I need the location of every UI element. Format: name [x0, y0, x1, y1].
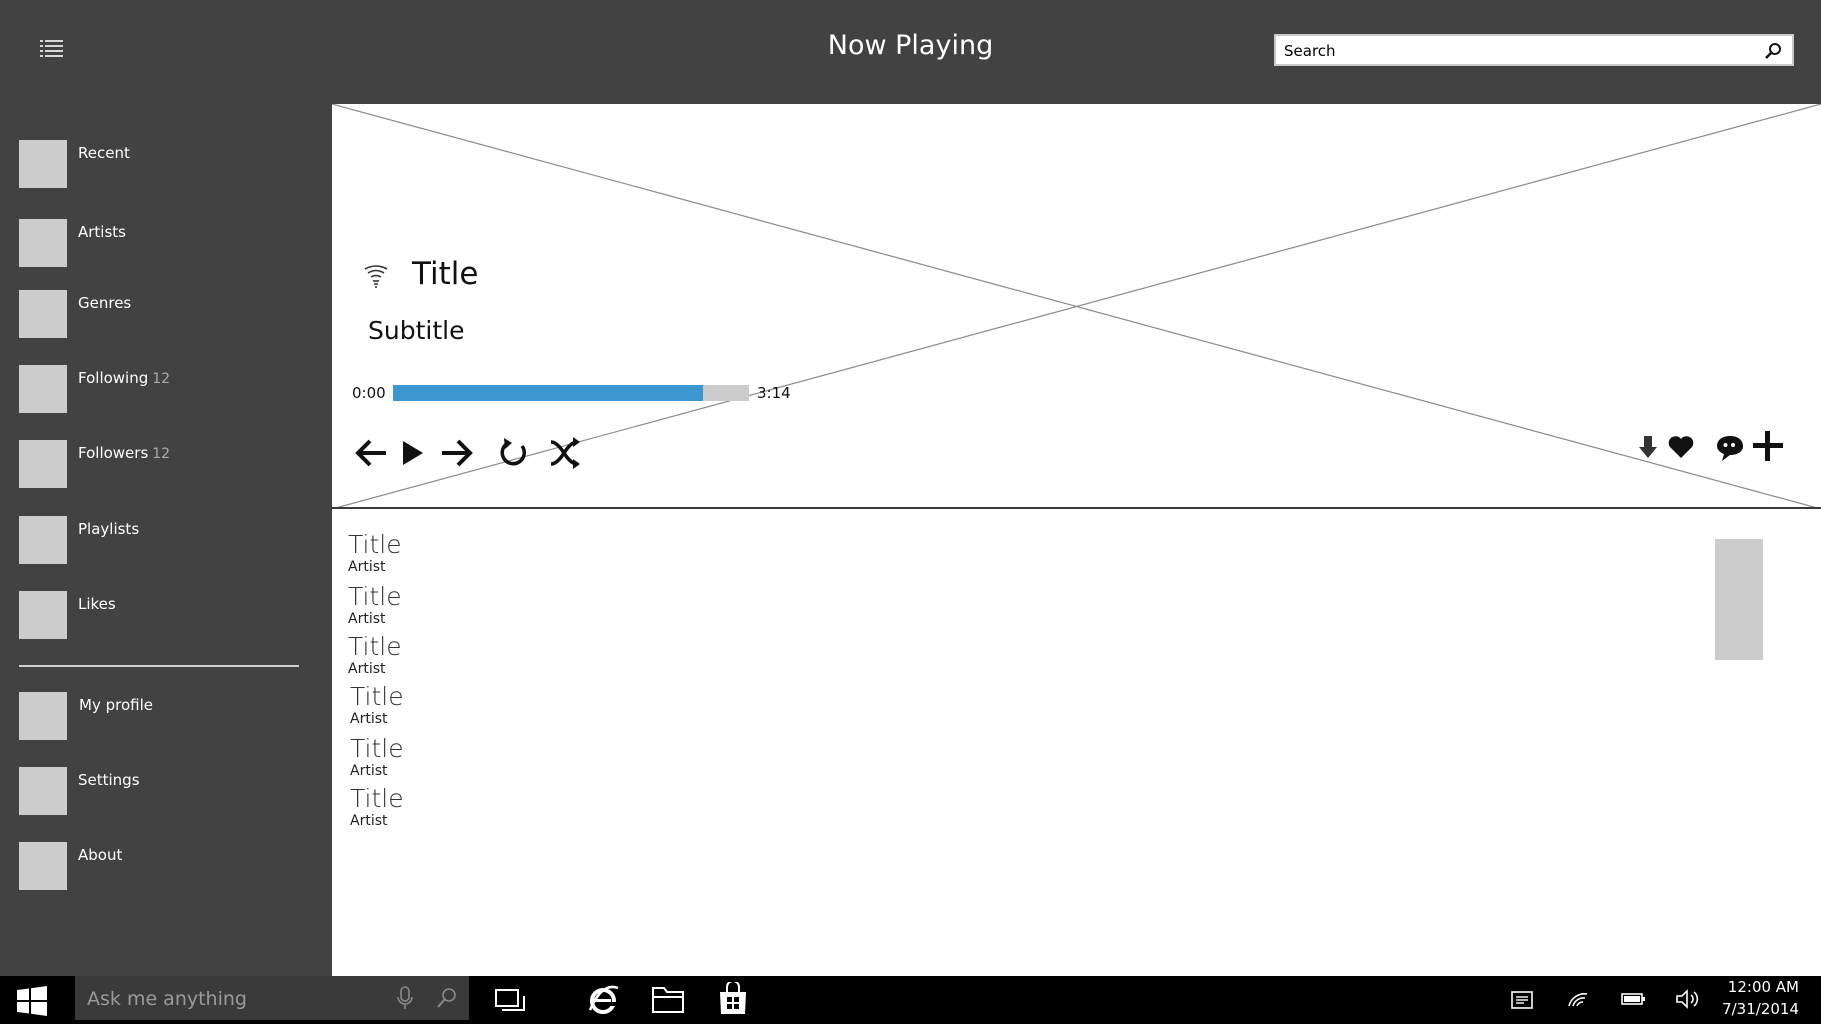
time-current: 0:00 — [352, 384, 386, 402]
track-title: Title — [348, 582, 402, 611]
progress-bar[interactable] — [393, 385, 749, 401]
arrow-right-icon[interactable] — [440, 438, 474, 468]
now-playing-subtitle: Subtitle — [368, 316, 465, 345]
sidebar-item-thumbnail — [19, 290, 67, 338]
sidebar-item-label: My profile — [79, 696, 153, 714]
list-item[interactable]: Title Artist — [348, 632, 402, 678]
sidebar-item-thumbnail — [19, 516, 67, 564]
sidebar-item-thumbnail — [19, 140, 67, 188]
sidebar-item-label-text: Following — [78, 369, 149, 387]
store-icon[interactable] — [716, 980, 750, 1020]
sidebar-item-label: Likes — [78, 595, 116, 613]
download-icon[interactable] — [1638, 434, 1658, 460]
time-total: 3:14 — [757, 384, 791, 402]
following-count: 12 — [152, 371, 171, 387]
track-list: Title Artist Title Artist Title Artist T… — [332, 509, 1821, 976]
taskbar-search-input[interactable] — [85, 986, 379, 1012]
task-view-icon[interactable] — [494, 986, 526, 1018]
comment-icon[interactable] — [1715, 434, 1745, 462]
sidebar-item-thumbnail — [19, 440, 67, 488]
sidebar-item-thumbnail — [19, 842, 67, 890]
plus-icon[interactable] — [1752, 430, 1784, 462]
now-playing-title: Title — [412, 256, 479, 292]
action-center-icon[interactable] — [1510, 990, 1534, 1014]
sidebar-item-label: Settings — [78, 771, 140, 789]
taskbar-search-box[interactable] — [75, 976, 469, 1020]
repeat-icon[interactable] — [496, 436, 530, 470]
sidebar-item-label: Playlists — [78, 520, 140, 538]
search-box[interactable] — [1274, 34, 1794, 66]
list-item[interactable]: Title Artist — [348, 582, 402, 628]
volume-icon[interactable] — [1674, 988, 1702, 1014]
broadcast-icon — [362, 264, 390, 292]
sidebar-item-thumbnail — [19, 767, 67, 815]
file-explorer-icon[interactable] — [651, 984, 685, 1018]
sidebar-item-my-profile[interactable]: My profile — [0, 692, 331, 754]
sidebar-item-label-text: Followers — [78, 444, 149, 462]
clock-time[interactable]: 12:00 AM — [1728, 978, 1799, 996]
app-header: Now Playing — [0, 0, 1821, 104]
sidebar-item-following[interactable]: Following 12 — [0, 365, 331, 427]
list-item[interactable]: Title Artist — [350, 682, 404, 728]
taskbar: 12:00 AM 7/31/2014 — [0, 976, 1821, 1024]
list-item[interactable]: Title Artist — [348, 530, 402, 576]
sidebar-divider — [19, 665, 299, 667]
windows-start-icon[interactable] — [16, 986, 48, 1016]
track-artist: Artist — [350, 711, 388, 727]
sidebar-item-playlists[interactable]: Playlists — [0, 516, 331, 578]
sidebar-item-label: Followers 12 — [78, 444, 170, 462]
internet-explorer-icon[interactable] — [586, 984, 620, 1020]
track-artist: Artist — [348, 661, 386, 677]
arrow-left-icon[interactable] — [354, 438, 388, 468]
sidebar-item-likes[interactable]: Likes — [0, 591, 331, 653]
shuffle-icon[interactable] — [547, 436, 581, 470]
sidebar-item-thumbnail — [19, 219, 67, 267]
search-icon[interactable] — [435, 986, 459, 1014]
battery-icon[interactable] — [1620, 990, 1646, 1012]
now-playing-hero: Title Subtitle 0:00 3:14 — [332, 104, 1821, 509]
sidebar-item-recent[interactable]: Recent — [0, 140, 331, 202]
track-title: Title — [350, 734, 404, 763]
sidebar-item-label: Following 12 — [78, 369, 170, 387]
track-title: Title — [348, 632, 402, 661]
sidebar-item-followers[interactable]: Followers 12 — [0, 440, 331, 502]
sidebar-item-label: Recent — [78, 144, 130, 162]
sidebar: Recent Artists Genres Following 12 Follow… — [0, 104, 331, 970]
scrollbar-thumb[interactable] — [1715, 539, 1763, 660]
track-title: Title — [350, 784, 404, 813]
list-item[interactable]: Title Artist — [350, 784, 404, 830]
sidebar-item-thumbnail — [19, 692, 67, 740]
network-icon[interactable] — [1566, 988, 1590, 1014]
track-artist: Artist — [350, 763, 388, 779]
heart-icon[interactable] — [1667, 434, 1695, 460]
sidebar-item-label: About — [78, 846, 123, 864]
search-input[interactable] — [1282, 39, 1756, 63]
sidebar-item-artists[interactable]: Artists — [0, 219, 331, 281]
track-title: Title — [348, 530, 402, 559]
track-title: Title — [350, 682, 404, 711]
microphone-icon[interactable] — [395, 986, 415, 1014]
sidebar-item-genres[interactable]: Genres — [0, 290, 331, 352]
sidebar-item-settings[interactable]: Settings — [0, 767, 331, 829]
sidebar-item-about[interactable]: About — [0, 842, 331, 904]
track-artist: Artist — [348, 611, 386, 627]
track-artist: Artist — [348, 559, 386, 575]
sidebar-item-thumbnail — [19, 365, 67, 413]
sidebar-item-thumbnail — [19, 591, 67, 639]
followers-count: 12 — [152, 446, 171, 462]
play-icon[interactable] — [401, 438, 425, 468]
track-artist: Artist — [350, 813, 388, 829]
search-icon[interactable] — [1762, 40, 1784, 62]
clock-date[interactable]: 7/31/2014 — [1722, 1000, 1799, 1018]
sidebar-item-label: Artists — [78, 223, 126, 241]
sidebar-item-label: Genres — [78, 294, 132, 312]
progress-fill — [393, 385, 703, 401]
list-item[interactable]: Title Artist — [350, 734, 404, 780]
